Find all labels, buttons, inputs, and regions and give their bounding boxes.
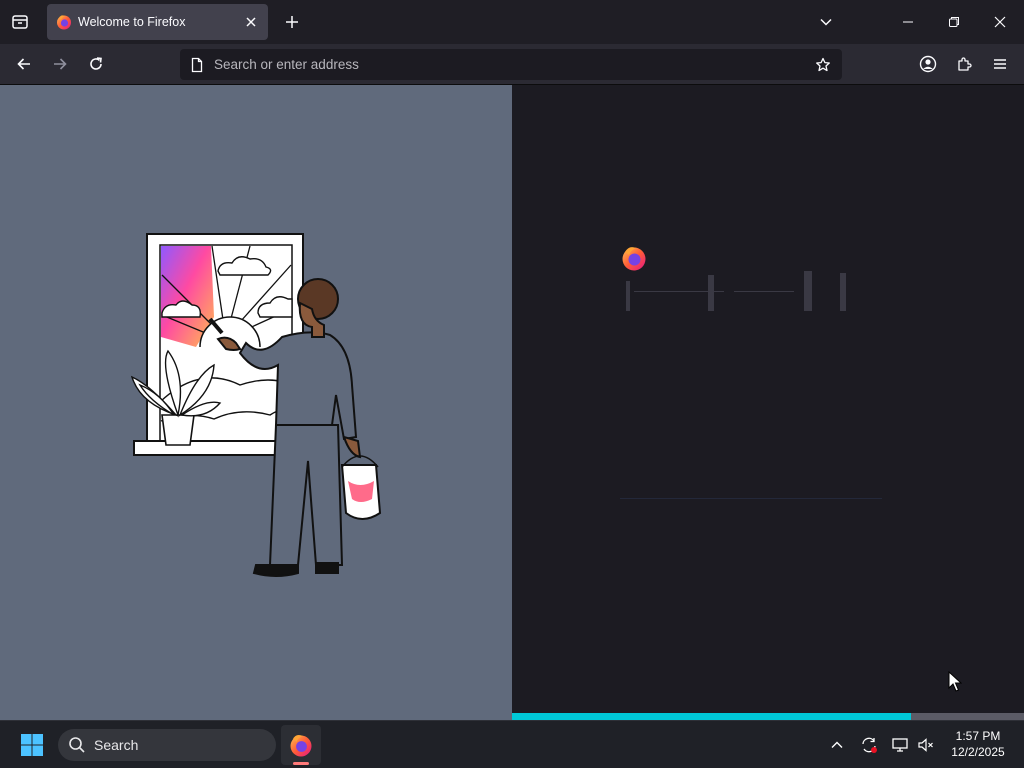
star-icon[interactable]: [810, 52, 836, 78]
minimize-icon[interactable]: [888, 4, 928, 40]
search-icon: [69, 737, 85, 753]
welcome-illustration-pane: [0, 85, 512, 720]
clock-time: 1:57 PM: [955, 729, 1001, 743]
taskbar-firefox-app[interactable]: [281, 725, 321, 765]
address-bar[interactable]: [180, 49, 842, 80]
firefox-icon: [57, 15, 71, 30]
close-icon[interactable]: [242, 13, 260, 31]
volume-muted-icon[interactable]: [914, 733, 938, 757]
system-clock[interactable]: 1:57 PM 12/2/2025: [944, 728, 1012, 762]
chevron-down-icon[interactable]: [812, 8, 840, 36]
welcome-content-pane: [512, 85, 1024, 720]
page-icon: [191, 57, 203, 73]
tab-strip: Welcome to Firefox: [0, 0, 1024, 44]
forward-icon[interactable]: [46, 50, 74, 78]
close-window-icon[interactable]: [980, 4, 1020, 40]
tab-title: Welcome to Firefox: [78, 15, 186, 29]
active-app-indicator: [293, 762, 309, 765]
page-content: [0, 85, 1024, 720]
reload-icon[interactable]: [82, 50, 110, 78]
display-icon[interactable]: [888, 733, 912, 757]
loading-progress: [512, 713, 1024, 720]
back-icon[interactable]: [10, 50, 38, 78]
restore-icon[interactable]: [934, 4, 974, 40]
taskbar-search[interactable]: Search: [58, 729, 276, 761]
windows-start-icon[interactable]: [12, 727, 52, 763]
taskbar: Search 1:57 PM 12/2/2025: [0, 720, 1024, 768]
painter-illustration: [130, 233, 382, 577]
tab-welcome[interactable]: Welcome to Firefox: [47, 4, 268, 40]
clock-date: 12/2/2025: [951, 745, 1005, 759]
sync-icon[interactable]: [857, 733, 881, 757]
mouse-pointer-icon: [948, 671, 962, 692]
extensions-icon[interactable]: [950, 50, 978, 78]
loading-progress-fill: [512, 713, 912, 720]
chevron-up-icon[interactable]: [825, 733, 849, 757]
account-icon[interactable]: [914, 50, 942, 78]
firefox-icon: [290, 735, 312, 757]
divider: [620, 498, 882, 499]
tab-overview-icon[interactable]: [6, 8, 34, 36]
menu-icon[interactable]: [986, 50, 1014, 78]
url-input[interactable]: [214, 49, 774, 80]
navigation-toolbar: [0, 44, 1024, 85]
loading-heading-placeholder: [626, 271, 846, 311]
plus-icon[interactable]: [279, 9, 305, 35]
search-label: Search: [94, 737, 139, 753]
